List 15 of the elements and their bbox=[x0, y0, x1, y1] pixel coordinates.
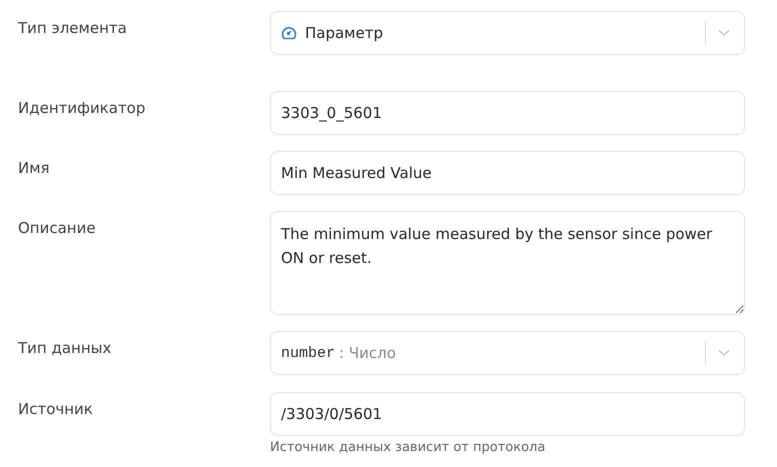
field-label: Тип элемента bbox=[18, 18, 128, 37]
field-label: Тип данных bbox=[18, 338, 112, 357]
input-field[interactable]: Min Measured Value bbox=[270, 151, 745, 195]
field-label: Источник bbox=[18, 399, 94, 418]
field-label: Описание bbox=[18, 218, 97, 237]
input-field[interactable]: /3303/0/5601 bbox=[270, 392, 745, 436]
field-label: Имя bbox=[18, 158, 51, 177]
gauge-icon bbox=[281, 25, 297, 41]
helper-text: Источник данных зависит от протокола bbox=[270, 440, 546, 455]
field-label: Идентификатор bbox=[18, 98, 146, 117]
input-field[interactable]: 3303_0_5601 bbox=[270, 91, 745, 135]
chevron-down-icon bbox=[718, 349, 730, 357]
description-textarea[interactable]: The minimum value measured by the sensor since power ON or reset. bbox=[270, 211, 745, 315]
select-field[interactable]: Параметр bbox=[270, 11, 745, 55]
chevron-down-icon bbox=[718, 29, 730, 37]
